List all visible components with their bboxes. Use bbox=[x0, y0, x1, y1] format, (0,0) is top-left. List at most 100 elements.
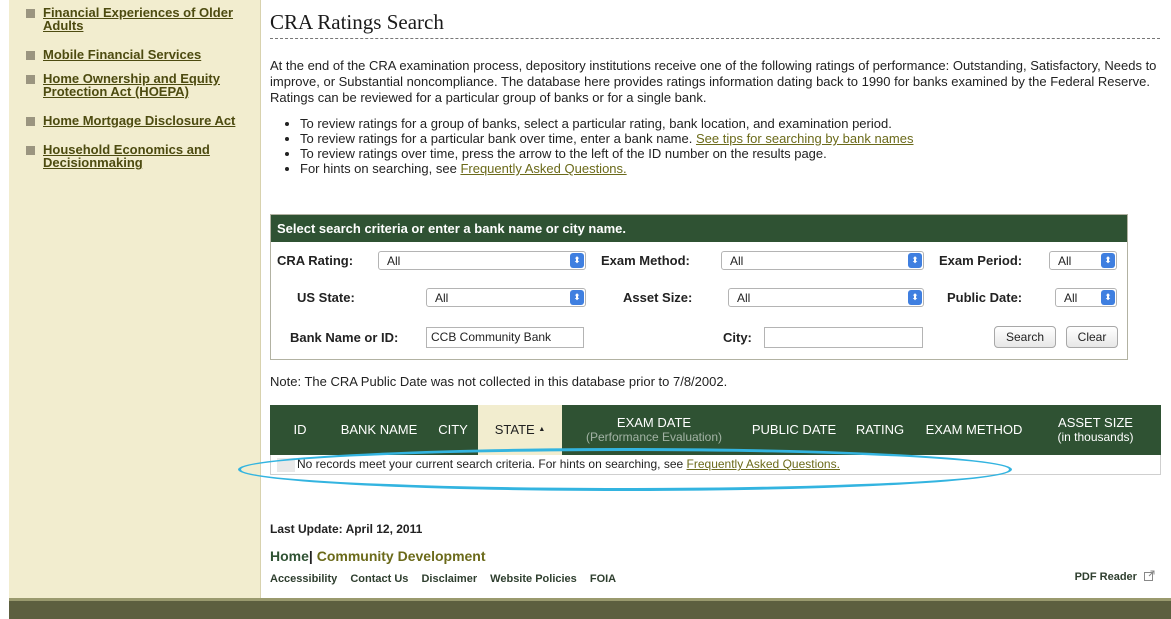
exam-period-select[interactable]: All ⬍ bbox=[1049, 251, 1117, 270]
column-header-city[interactable]: CITY bbox=[428, 405, 478, 455]
clear-button[interactable]: Clear bbox=[1066, 326, 1118, 348]
sidebar-link[interactable]: Household Economics and Decisionmaking bbox=[43, 142, 210, 170]
asset-size-header-label: ASSET SIZE bbox=[1058, 415, 1133, 430]
instruction-text: For hints on searching, see bbox=[300, 161, 457, 176]
bank-name-label: Bank Name or ID: bbox=[290, 330, 399, 345]
faq-link[interactable]: Frequently Asked Questions. bbox=[687, 457, 840, 471]
sidebar-item-hmda[interactable]: Home Mortgage Disclosure Act bbox=[26, 114, 260, 127]
search-form: Select search criteria or enter a bank n… bbox=[270, 214, 1128, 360]
instruction-item: To review ratings for a particular bank … bbox=[300, 131, 1160, 146]
public-date-select[interactable]: All ⬍ bbox=[1055, 288, 1117, 307]
page-title: CRA Ratings Search bbox=[270, 10, 1160, 39]
sort-ascending-icon: ▲ bbox=[538, 426, 546, 433]
column-header-state[interactable]: STATE ▲ bbox=[478, 405, 562, 455]
sidebar-link[interactable]: Financial Experiences of Older Adults bbox=[43, 5, 233, 33]
instruction-text: To review ratings over time, press the a… bbox=[300, 146, 827, 161]
column-header-rating[interactable]: RATING bbox=[842, 405, 918, 455]
pdf-reader-link[interactable]: PDF Reader bbox=[1075, 570, 1155, 583]
bullet-square-icon bbox=[26, 117, 35, 126]
sidebar-link[interactable]: Home Mortgage Disclosure Act bbox=[43, 113, 235, 128]
last-update: Last Update: April 12, 2011 bbox=[270, 522, 423, 536]
footer-primary-links: Home| Community Development bbox=[270, 548, 1161, 564]
exam-period-value: All bbox=[1058, 254, 1072, 268]
exam-method-select[interactable]: All ⬍ bbox=[721, 251, 924, 270]
us-state-label: US State: bbox=[297, 290, 355, 305]
main-content: CRA Ratings Search At the end of the CRA… bbox=[238, 0, 1161, 585]
bank-name-input[interactable]: CCB Community Bank bbox=[426, 327, 584, 348]
column-header-bank-name[interactable]: BANK NAME bbox=[330, 405, 428, 455]
public-date-label: Public Date: bbox=[947, 290, 1023, 305]
bank-name-tips-link[interactable]: See tips for searching by bank names bbox=[696, 131, 914, 146]
bullet-square-icon bbox=[26, 75, 35, 84]
select-arrows-icon: ⬍ bbox=[1101, 290, 1115, 305]
public-date-value: All bbox=[1064, 291, 1078, 305]
city-label: City: bbox=[723, 330, 752, 345]
footer-secondary-links: Accessibility Contact Us Disclaimer Webs… bbox=[270, 573, 1161, 585]
asset-size-header-sublabel: (in thousands) bbox=[1057, 430, 1134, 444]
search-button[interactable]: Search bbox=[994, 326, 1056, 348]
footer: Last Update: April 12, 2011 Home| Commun… bbox=[270, 522, 1161, 585]
cra-rating-select[interactable]: All ⬍ bbox=[378, 251, 586, 270]
row-expand-cell bbox=[277, 457, 295, 472]
select-arrows-icon: ⬍ bbox=[570, 253, 584, 268]
search-form-header: Select search criteria or enter a bank n… bbox=[271, 215, 1127, 242]
column-header-id[interactable]: ID bbox=[270, 405, 330, 455]
foia-link[interactable]: FOIA bbox=[590, 573, 616, 585]
home-link[interactable]: Home bbox=[270, 548, 309, 564]
pdf-reader-label: PDF Reader bbox=[1074, 571, 1137, 583]
sidebar-item-mobile-financial[interactable]: Mobile Financial Services bbox=[26, 48, 260, 61]
exam-method-value: All bbox=[730, 254, 744, 268]
asset-size-label: Asset Size: bbox=[623, 290, 693, 305]
exam-period-label: Exam Period: bbox=[939, 253, 1023, 268]
sidebar-item-household-economics[interactable]: Household Economics and Decisionmaking bbox=[26, 143, 260, 169]
us-state-value: All bbox=[435, 291, 449, 305]
external-link-icon bbox=[1144, 570, 1155, 581]
sidebar-list: Financial Experiences of Older Adults Mo… bbox=[9, 0, 260, 169]
link-separator: | bbox=[308, 548, 313, 564]
contact-us-link[interactable]: Contact Us bbox=[350, 573, 408, 585]
instructions-list: To review ratings for a group of banks, … bbox=[270, 116, 1160, 176]
cra-rating-value: All bbox=[387, 254, 401, 268]
sidebar-item-hoepa[interactable]: Home Ownership and Equity Protection Act… bbox=[26, 72, 260, 98]
results-header-row: ID BANK NAME CITY STATE ▲ EXAM DATE (Per… bbox=[270, 405, 1161, 455]
no-results-row: No records meet your current search crit… bbox=[270, 455, 1161, 475]
bullet-square-icon bbox=[26, 146, 35, 155]
exam-date-header-sublabel: (Performance Evaluation) bbox=[585, 430, 723, 444]
select-arrows-icon: ⬍ bbox=[1101, 253, 1115, 268]
asset-size-value: All bbox=[737, 291, 751, 305]
select-arrows-icon: ⬍ bbox=[570, 290, 584, 305]
column-header-exam-method[interactable]: EXAM METHOD bbox=[918, 405, 1030, 455]
select-arrows-icon: ⬍ bbox=[908, 253, 922, 268]
instruction-item: To review ratings for a group of banks, … bbox=[300, 116, 1160, 131]
instruction-text: To review ratings for a group of banks, … bbox=[300, 116, 892, 131]
column-header-exam-date[interactable]: EXAM DATE (Performance Evaluation) bbox=[562, 405, 746, 455]
exam-date-header-label: EXAM DATE bbox=[616, 415, 692, 430]
public-date-note: Note: The CRA Public Date was not collec… bbox=[270, 374, 728, 389]
column-header-asset-size[interactable]: ASSET SIZE (in thousands) bbox=[1030, 405, 1161, 455]
state-header-label: STATE bbox=[494, 422, 535, 437]
no-results-text: No records meet your current search crit… bbox=[297, 457, 684, 471]
bottom-bar bbox=[9, 598, 1171, 619]
intro-text: At the end of the CRA examination proces… bbox=[270, 58, 1157, 105]
website-policies-link[interactable]: Website Policies bbox=[490, 573, 577, 585]
bullet-square-icon bbox=[26, 51, 35, 60]
faq-link[interactable]: Frequently Asked Questions. bbox=[460, 161, 626, 176]
column-header-public-date[interactable]: PUBLIC DATE bbox=[746, 405, 842, 455]
sidebar: Financial Experiences of Older Adults Mo… bbox=[9, 0, 261, 598]
community-development-link[interactable]: Community Development bbox=[317, 548, 486, 564]
instruction-item: To review ratings over time, press the a… bbox=[300, 146, 1160, 161]
sidebar-item-older-adults[interactable]: Financial Experiences of Older Adults bbox=[26, 6, 260, 32]
instruction-item: For hints on searching, see Frequently A… bbox=[300, 161, 1160, 176]
sidebar-link[interactable]: Mobile Financial Services bbox=[43, 47, 201, 62]
select-arrows-icon: ⬍ bbox=[908, 290, 922, 305]
cra-rating-label: CRA Rating: bbox=[277, 253, 354, 268]
instruction-text: To review ratings for a particular bank … bbox=[300, 131, 693, 146]
city-input[interactable] bbox=[764, 327, 923, 348]
sidebar-link[interactable]: Home Ownership and Equity Protection Act… bbox=[43, 71, 220, 99]
us-state-select[interactable]: All ⬍ bbox=[426, 288, 586, 307]
disclaimer-link[interactable]: Disclaimer bbox=[421, 573, 477, 585]
accessibility-link[interactable]: Accessibility bbox=[270, 573, 337, 585]
asset-size-select[interactable]: All ⬍ bbox=[728, 288, 924, 307]
results-table: ID BANK NAME CITY STATE ▲ EXAM DATE (Per… bbox=[238, 405, 1161, 491]
exam-method-label: Exam Method: bbox=[601, 253, 690, 268]
